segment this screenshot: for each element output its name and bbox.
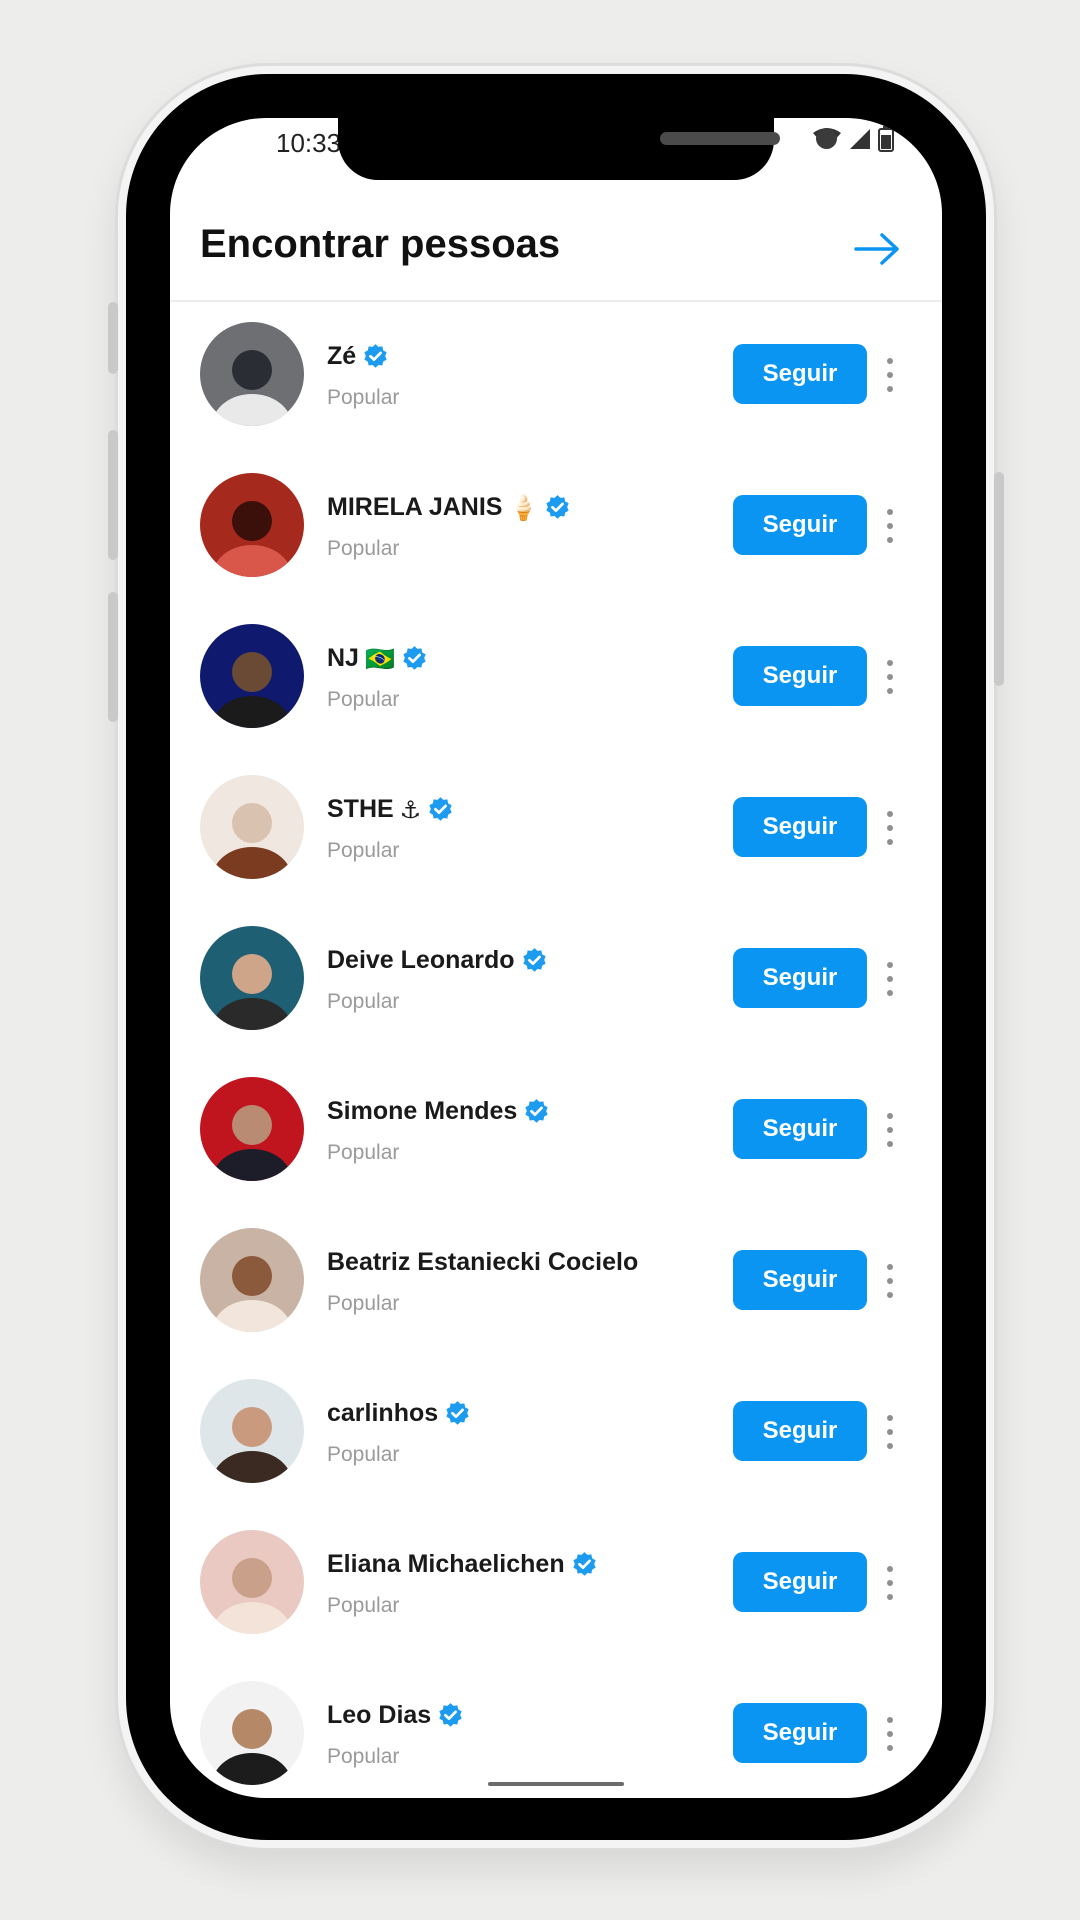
more-options-icon[interactable] — [884, 1415, 896, 1449]
name-line: carlinhos — [327, 1399, 471, 1428]
more-options-icon[interactable] — [884, 1113, 896, 1147]
more-options-icon[interactable] — [884, 1566, 896, 1600]
follow-button[interactable]: Seguir — [733, 948, 867, 1008]
list-item[interactable]: NJ 🇧🇷 Popular Seguir — [170, 604, 942, 755]
verified-badge-icon — [403, 646, 426, 670]
follow-button[interactable]: Seguir — [733, 1401, 867, 1461]
avatar[interactable] — [200, 473, 304, 577]
list-item[interactable]: Zé Popular Seguir — [170, 302, 942, 453]
person-name: STHE — [327, 795, 394, 823]
person-name: Leo Dias — [327, 1701, 432, 1729]
verified-badge-icon — [572, 1552, 596, 1576]
verified-badge-icon — [439, 1703, 462, 1727]
avatar[interactable] — [200, 1077, 304, 1181]
list-item[interactable]: STHE ⚓ Popular Seguir — [170, 755, 942, 906]
verified-badge-icon — [522, 948, 546, 972]
name-line: NJ 🇧🇷 — [327, 644, 428, 673]
follow-button[interactable]: Seguir — [733, 646, 867, 706]
person-name: Beatriz Estaniecki Cocielo — [327, 1248, 639, 1276]
name-line: Simone Mendes — [327, 1097, 550, 1126]
verified-badge-icon — [429, 797, 452, 821]
avatar[interactable] — [200, 624, 304, 728]
more-options-icon[interactable] — [884, 358, 896, 392]
front-camera — [816, 128, 837, 149]
person-name: MIRELA JANIS — [327, 493, 503, 521]
person-name: carlinhos — [327, 1399, 439, 1427]
follow-button[interactable]: Seguir — [733, 495, 867, 555]
status-time: 10:33 — [276, 128, 342, 158]
person-subtitle: Popular — [327, 688, 400, 711]
notch — [338, 118, 837, 180]
avatar[interactable] — [200, 1379, 304, 1483]
follow-button[interactable]: Seguir — [733, 1552, 867, 1612]
follow-button[interactable]: Seguir — [733, 1250, 867, 1310]
power-button — [994, 472, 1004, 686]
person-name: Deive Leonardo — [327, 946, 515, 974]
name-line: Deive Leonardo — [327, 946, 548, 975]
follow-button[interactable]: Seguir — [733, 344, 867, 404]
name-line: STHE ⚓ — [327, 795, 454, 824]
person-subtitle: Popular — [327, 1443, 400, 1466]
person-subtitle: Popular — [327, 1594, 400, 1617]
avatar[interactable] — [200, 775, 304, 879]
name-emoji: ⚓ — [399, 795, 422, 824]
person-subtitle: Popular — [327, 1292, 400, 1315]
speaker — [660, 132, 780, 145]
list-item[interactable]: Eliana Michaelichen Popular Seguir — [170, 1510, 942, 1661]
person-name: Zé — [327, 342, 357, 370]
list-item[interactable]: MIRELA JANIS 🍦 Popular Seguir — [170, 453, 942, 604]
person-subtitle: Popular — [327, 537, 400, 560]
person-name: Simone Mendes — [327, 1097, 518, 1125]
list-item[interactable]: Deive Leonardo Popular Seguir — [170, 906, 942, 1057]
volume-up-button — [108, 430, 118, 560]
more-options-icon[interactable] — [884, 962, 896, 996]
person-subtitle: Popular — [327, 839, 400, 862]
avatar[interactable] — [200, 1530, 304, 1634]
person-subtitle: Popular — [327, 990, 400, 1013]
follow-button[interactable]: Seguir — [733, 1099, 867, 1159]
people-list: Zé Popular Seguir MIRELA JANIS 🍦 Popular Segui… — [170, 302, 942, 1798]
page-title: Encontrar pessoas — [200, 222, 561, 266]
mute-switch — [108, 302, 118, 374]
avatar[interactable] — [200, 926, 304, 1030]
arrow-right-icon[interactable] — [852, 224, 902, 274]
name-line: Eliana Michaelichen — [327, 1550, 598, 1579]
name-line: MIRELA JANIS 🍦 — [327, 493, 571, 522]
name-emoji: 🍦 — [508, 493, 539, 522]
name-emoji: 🇧🇷 — [364, 644, 395, 673]
follow-button[interactable]: Seguir — [733, 1703, 867, 1763]
verified-badge-icon — [446, 1401, 469, 1425]
more-options-icon[interactable] — [884, 1264, 896, 1298]
verified-badge-icon — [546, 495, 570, 519]
avatar[interactable] — [200, 322, 304, 426]
list-item[interactable]: Leo Dias Popular Seguir — [170, 1661, 942, 1798]
person-name: Eliana Michaelichen — [327, 1550, 565, 1578]
list-item[interactable]: carlinhos Popular Seguir — [170, 1359, 942, 1510]
volume-down-button — [108, 592, 118, 722]
page-header: Encontrar pessoas — [170, 196, 942, 302]
more-options-icon[interactable] — [884, 811, 896, 845]
avatar[interactable] — [200, 1681, 304, 1785]
more-options-icon[interactable] — [884, 1717, 896, 1751]
verified-badge-icon — [525, 1099, 548, 1123]
person-subtitle: Popular — [327, 1745, 400, 1768]
screen: 10:33 Encontrar pessoas Zé Popular Seguir M… — [170, 118, 942, 1798]
list-item[interactable]: Beatriz Estaniecki Cocielo Popular Seguir — [170, 1208, 942, 1359]
more-options-icon[interactable] — [884, 660, 896, 694]
person-subtitle: Popular — [327, 1141, 400, 1164]
home-indicator[interactable] — [488, 1782, 624, 1786]
signal-icon — [850, 129, 870, 149]
person-subtitle: Popular — [327, 386, 400, 409]
person-name: NJ — [327, 644, 359, 672]
avatar[interactable] — [200, 1228, 304, 1332]
name-line: Beatriz Estaniecki Cocielo — [327, 1248, 638, 1277]
battery-icon — [878, 126, 894, 152]
name-line: Zé — [327, 342, 389, 371]
list-item[interactable]: Simone Mendes Popular Seguir — [170, 1057, 942, 1208]
follow-button[interactable]: Seguir — [733, 797, 867, 857]
verified-badge-icon — [364, 344, 387, 368]
more-options-icon[interactable] — [884, 509, 896, 543]
name-line: Leo Dias — [327, 1701, 464, 1730]
